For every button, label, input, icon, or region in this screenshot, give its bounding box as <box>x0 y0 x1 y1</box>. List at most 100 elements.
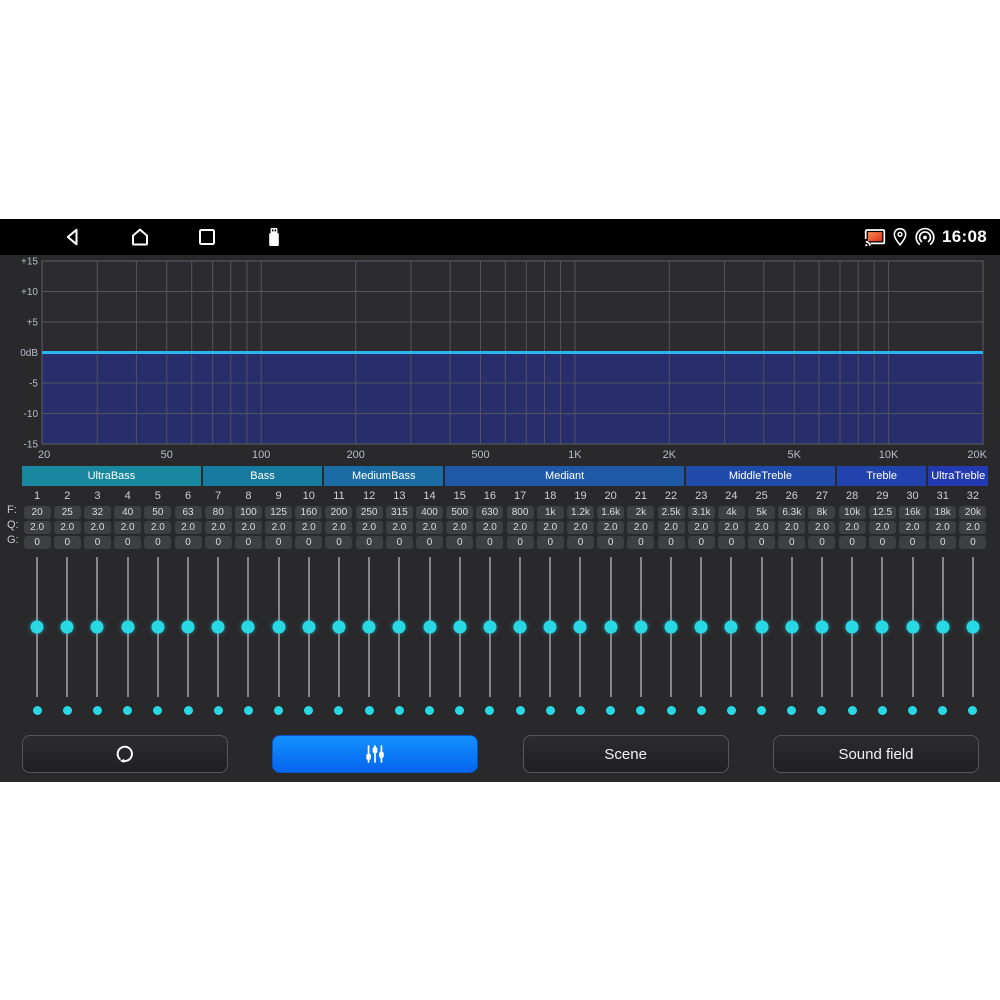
q-value-chip[interactable]: 2.0 <box>416 521 443 534</box>
slider-thumb[interactable] <box>453 621 466 634</box>
gain-value-chip[interactable]: 0 <box>658 536 685 549</box>
gain-value-chip[interactable]: 0 <box>84 536 111 549</box>
gain-value-chip[interactable]: 0 <box>929 536 956 549</box>
slider-thumb[interactable] <box>363 621 376 634</box>
gain-value-chip[interactable]: 0 <box>446 536 473 549</box>
gain-value-chip[interactable]: 0 <box>597 536 624 549</box>
gain-value-chip[interactable]: 0 <box>114 536 141 549</box>
equalizer-button[interactable] <box>272 735 478 773</box>
slider-thumb[interactable] <box>665 621 678 634</box>
freq-value-chip[interactable]: 100 <box>235 506 262 519</box>
q-value-chip[interactable]: 2.0 <box>808 521 835 534</box>
gain-slider[interactable] <box>324 557 354 697</box>
q-value-chip[interactable]: 2.0 <box>84 521 111 534</box>
slider-thumb[interactable] <box>785 621 798 634</box>
slider-thumb[interactable] <box>31 621 44 634</box>
freq-value-chip[interactable]: 32 <box>84 506 111 519</box>
gain-slider[interactable] <box>143 557 173 697</box>
home-button[interactable] <box>128 225 152 249</box>
q-value-chip[interactable]: 2.0 <box>175 521 202 534</box>
q-value-chip[interactable]: 2.0 <box>778 521 805 534</box>
q-value-chip[interactable]: 2.0 <box>929 521 956 534</box>
gain-slider[interactable] <box>173 557 203 697</box>
freq-value-chip[interactable]: 500 <box>446 506 473 519</box>
gain-slider[interactable] <box>777 557 807 697</box>
scene-button[interactable]: Scene <box>523 735 729 773</box>
gain-slider[interactable] <box>264 557 294 697</box>
q-value-chip[interactable]: 2.0 <box>24 521 51 534</box>
gain-value-chip[interactable]: 0 <box>537 536 564 549</box>
gain-value-chip[interactable]: 0 <box>688 536 715 549</box>
gain-slider[interactable] <box>414 557 444 697</box>
q-value-chip[interactable]: 2.0 <box>476 521 503 534</box>
freq-value-chip[interactable]: 4k <box>718 506 745 519</box>
gain-value-chip[interactable]: 0 <box>386 536 413 549</box>
band-treble[interactable]: Treble <box>837 466 926 486</box>
gain-value-chip[interactable]: 0 <box>356 536 383 549</box>
gain-slider[interactable] <box>837 557 867 697</box>
freq-value-chip[interactable]: 1k <box>537 506 564 519</box>
slider-thumb[interactable] <box>846 621 859 634</box>
q-value-chip[interactable]: 2.0 <box>718 521 745 534</box>
slider-thumb[interactable] <box>634 621 647 634</box>
q-value-chip[interactable]: 2.0 <box>658 521 685 534</box>
q-value-chip[interactable]: 2.0 <box>597 521 624 534</box>
freq-value-chip[interactable]: 250 <box>356 506 383 519</box>
freq-value-chip[interactable]: 630 <box>476 506 503 519</box>
gain-value-chip[interactable]: 0 <box>24 536 51 549</box>
gain-slider[interactable] <box>384 557 414 697</box>
q-value-chip[interactable]: 2.0 <box>235 521 262 534</box>
q-value-chip[interactable]: 2.0 <box>869 521 896 534</box>
freq-value-chip[interactable]: 125 <box>265 506 292 519</box>
gain-value-chip[interactable]: 0 <box>748 536 775 549</box>
gain-value-chip[interactable]: 0 <box>235 536 262 549</box>
gain-value-chip[interactable]: 0 <box>476 536 503 549</box>
freq-value-chip[interactable]: 10k <box>839 506 866 519</box>
gain-value-chip[interactable]: 0 <box>959 536 986 549</box>
gain-value-chip[interactable]: 0 <box>144 536 171 549</box>
gain-value-chip[interactable]: 0 <box>205 536 232 549</box>
gain-value-chip[interactable]: 0 <box>295 536 322 549</box>
freq-value-chip[interactable]: 2k <box>627 506 654 519</box>
gain-slider[interactable] <box>294 557 324 697</box>
slider-thumb[interactable] <box>483 621 496 634</box>
slider-thumb[interactable] <box>242 621 255 634</box>
q-value-chip[interactable]: 2.0 <box>899 521 926 534</box>
freq-value-chip[interactable]: 50 <box>144 506 171 519</box>
gain-slider[interactable] <box>565 557 595 697</box>
gain-slider[interactable] <box>445 557 475 697</box>
freq-value-chip[interactable]: 5k <box>748 506 775 519</box>
band-ultrabass[interactable]: UltraBass <box>22 466 201 486</box>
freq-value-chip[interactable]: 20k <box>959 506 986 519</box>
slider-thumb[interactable] <box>936 621 949 634</box>
freq-value-chip[interactable]: 315 <box>386 506 413 519</box>
q-value-chip[interactable]: 2.0 <box>54 521 81 534</box>
freq-value-chip[interactable]: 20 <box>24 506 51 519</box>
freq-value-chip[interactable]: 2.5k <box>658 506 685 519</box>
freq-value-chip[interactable]: 6.3k <box>778 506 805 519</box>
slider-thumb[interactable] <box>544 621 557 634</box>
gain-slider[interactable] <box>233 557 263 697</box>
slider-thumb[interactable] <box>725 621 738 634</box>
freq-value-chip[interactable]: 63 <box>175 506 202 519</box>
slider-thumb[interactable] <box>423 621 436 634</box>
sound-field-button[interactable]: Sound field <box>773 735 979 773</box>
gain-slider[interactable] <box>354 557 384 697</box>
freq-value-chip[interactable]: 200 <box>325 506 352 519</box>
freq-value-chip[interactable]: 12.5 <box>869 506 896 519</box>
slider-thumb[interactable] <box>212 621 225 634</box>
q-value-chip[interactable]: 2.0 <box>144 521 171 534</box>
slider-thumb[interactable] <box>302 621 315 634</box>
gain-slider[interactable] <box>807 557 837 697</box>
slider-thumb[interactable] <box>755 621 768 634</box>
slider-thumb[interactable] <box>815 621 828 634</box>
q-value-chip[interactable]: 2.0 <box>507 521 534 534</box>
q-value-chip[interactable]: 2.0 <box>839 521 866 534</box>
gain-slider[interactable] <box>22 557 52 697</box>
freq-value-chip[interactable]: 18k <box>929 506 956 519</box>
gain-slider[interactable] <box>505 557 535 697</box>
gain-value-chip[interactable]: 0 <box>54 536 81 549</box>
freq-value-chip[interactable]: 800 <box>507 506 534 519</box>
gain-value-chip[interactable]: 0 <box>899 536 926 549</box>
gain-slider[interactable] <box>867 557 897 697</box>
